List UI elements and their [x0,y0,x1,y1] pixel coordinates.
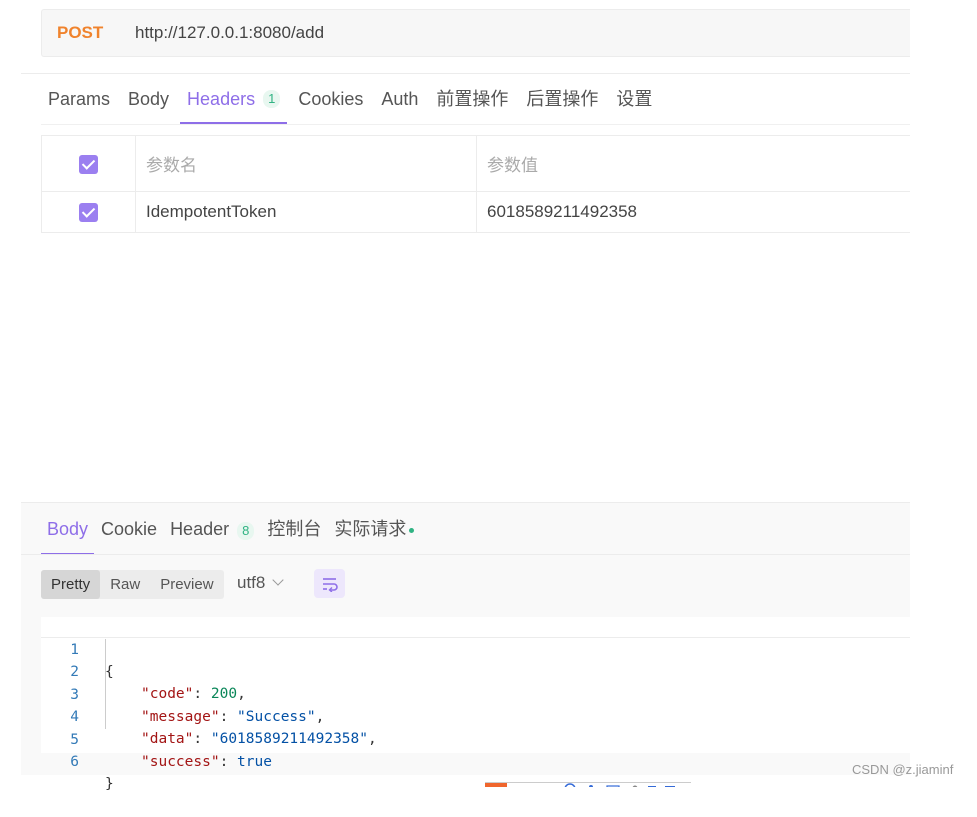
code-line: 4 "data": "6018589211492358", [41,684,376,747]
response-tabs: Body Cookie Header 8 控制台 实际请求 [41,505,421,555]
floating-toolbar [485,778,691,787]
code-line: 2 "code": 200, [41,639,246,702]
code-line: 3 "message": "Success", [41,662,324,725]
tab-label: 后置操作 [526,89,599,109]
url-input[interactable]: http://127.0.0.1:8080/add [135,23,324,43]
response-panel: Body Cookie Header 8 控制台 实际请求 Pretty Raw … [21,502,910,792]
mode-pretty-button[interactable]: Pretty [41,570,101,599]
tab-settings[interactable]: 设置 [609,76,659,122]
json-key: "code" [141,686,194,702]
response-tab-cookie[interactable]: Cookie [95,505,163,553]
response-code-view[interactable]: 1 { 2 "code": 200, 3 "message": "Success… [41,617,910,792]
tab-label: 控制台 [267,519,322,539]
mode-preview-button[interactable]: Preview [150,570,223,599]
watermark: CSDN @z.jiaminf [852,762,954,777]
http-method-selector[interactable]: POST [57,23,135,43]
url-bar: POST http://127.0.0.1:8080/add [41,9,910,57]
table-header-row: 参数名 参数值 [41,135,910,192]
header-value-cell[interactable]: 6018589211492358 [476,191,910,233]
tab-cookies[interactable]: Cookies [291,76,370,122]
code-text: "success": true [141,754,272,770]
header-count-badge: 8 [237,522,255,540]
tab-body[interactable]: Body [121,76,176,122]
divider [41,124,910,125]
wrap-lines-icon [322,577,338,592]
status-dot-icon [409,527,415,533]
tab-params[interactable]: Params [41,76,117,122]
line-number: 6 [70,754,79,770]
word-wrap-button[interactable] [314,569,345,598]
indent-guide [105,639,106,729]
json-key: "success" [141,754,220,770]
request-tabs: Params Body Headers 1 Cookies Auth 前置操作 后… [41,76,663,124]
json-value: 200 [210,686,238,702]
mode-raw-button[interactable]: Raw [100,570,150,599]
json-value: true [237,754,272,770]
code-text: "data": "6018589211492358", [141,731,377,747]
encoding-select[interactable]: utf8 [237,573,285,593]
tab-label: Body [128,89,170,109]
divider [21,73,910,74]
code-line: 1 { [41,617,113,680]
tab-label: Params [48,89,111,109]
header-name-cell[interactable]: IdempotentToken [135,191,477,233]
tab-auth[interactable]: Auth [374,76,425,122]
response-tab-console[interactable]: 控制台 [261,505,327,553]
column-header-name: 参数名 [135,135,477,192]
tab-label: Auth [381,89,419,109]
row-check-cell [41,191,136,233]
toolbar-icons [485,782,691,787]
select-all-checkbox[interactable] [79,154,98,174]
select-all-cell [41,135,136,192]
json-value: "Success" [237,709,316,725]
encoding-value: utf8 [237,573,266,592]
row-checkbox[interactable] [79,203,98,222]
code-line: 5 "success": true [41,707,272,770]
column-header-value: 参数值 [476,135,910,192]
code-text: } [105,776,114,792]
tab-label: Body [47,519,89,539]
tab-label: Headers [187,89,256,109]
tab-label: Cookies [298,89,364,109]
tab-pre-operations[interactable]: 前置操作 [429,76,515,122]
table-row: IdempotentToken 6018589211492358 [41,191,910,233]
json-key: "message" [141,709,220,725]
current-line-highlight [41,637,910,638]
tab-label: 实际请求 [334,519,407,539]
code-text: "message": "Success", [141,709,325,725]
json-key: "data" [141,731,194,747]
divider [21,554,910,555]
headers-count-badge: 1 [263,90,281,108]
tab-headers[interactable]: Headers 1 [180,76,288,124]
response-tab-actual-request[interactable]: 实际请求 [328,505,420,553]
tab-post-operations[interactable]: 后置操作 [519,76,605,122]
code-line: 6 } [41,729,113,792]
response-tab-body[interactable]: Body [41,505,95,555]
response-view-mode: Pretty Raw Preview [41,570,224,599]
tab-label: Header [170,519,230,539]
tab-label: Cookie [101,519,158,539]
code-text: "code": 200, [141,686,246,702]
tab-label: 前置操作 [436,89,509,109]
json-value: "6018589211492358" [210,731,368,747]
response-tab-header[interactable]: Header 8 [164,505,260,553]
chevron-down-icon [272,574,285,586]
code-text: { [105,664,114,680]
tab-label: 设置 [616,89,653,109]
headers-table: 参数名 参数值 IdempotentToken 6018589211492358 [41,135,910,233]
